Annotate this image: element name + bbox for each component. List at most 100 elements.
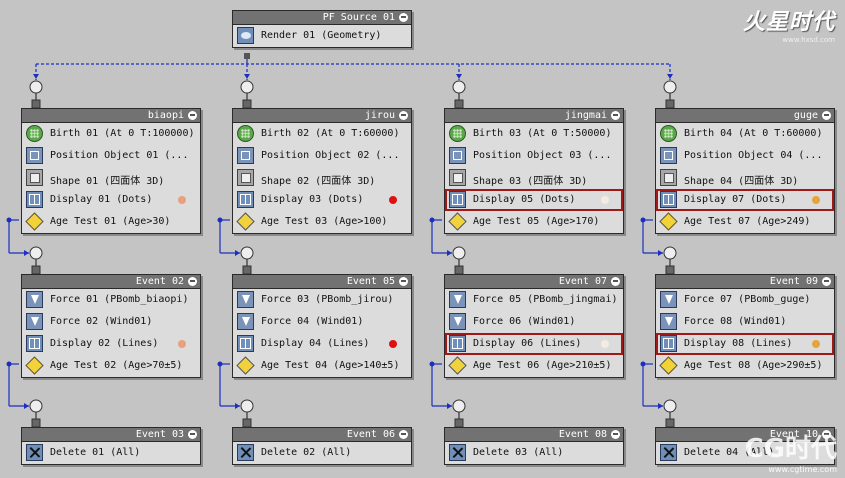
display-color-swatch[interactable] [178,340,186,348]
operator-row[interactable]: Age Test 01 (Age>30) [22,211,200,233]
display-icon [660,191,677,208]
position-object-icon [237,147,254,164]
event-node[interactable]: Event 02 Force 01 (PBomb_biaopi) Force 02 … [21,274,201,378]
event-title: Event 06 [346,429,395,440]
operator-row[interactable]: Display 06 (Lines) [445,333,623,355]
operator-row[interactable]: Display 08 (Lines) [656,333,834,355]
event-header[interactable]: Event 06 [233,428,411,442]
event-node[interactable]: jirou Birth 02 (At 0 T:60000) Position Obj… [232,108,412,234]
event-node[interactable]: Event 05 Force 03 (PBomb_jirou) Force 04 (… [232,274,412,378]
event-header[interactable]: Event 03 [22,428,200,442]
operator-row[interactable]: Delete 03 (All) [445,442,623,464]
operator-row[interactable]: Force 06 (Wind01) [445,311,623,333]
display-color-swatch[interactable] [812,340,820,348]
operator-row[interactable]: Shape 02 (四面体 3D) [233,167,411,189]
operator-label: Display 07 (Dots) [684,194,787,205]
operator-row[interactable]: Birth 01 (At 0 T:100000) [22,123,200,145]
event-header[interactable]: jirou [233,109,411,123]
operator-label: Shape 02 (四面体 3D) [261,176,376,187]
skull-icon [611,111,620,120]
event-header[interactable]: Event 02 [22,275,200,289]
event-header[interactable]: jingmai [445,109,623,123]
event-header[interactable]: guge [656,109,834,123]
operator-row[interactable]: Display 02 (Lines) [22,333,200,355]
operator-row[interactable]: Force 01 (PBomb_biaopi) [22,289,200,311]
force-icon [237,313,254,330]
birth-icon [237,125,254,142]
operator-row[interactable]: Position Object 04 (... [656,145,834,167]
operator-row[interactable]: Birth 02 (At 0 T:60000) [233,123,411,145]
operator-label: Age Test 05 (Age>170) [473,216,600,227]
operator-row[interactable]: Delete 01 (All) [22,442,200,464]
event-title: jingmai [564,110,607,121]
delete-icon [449,444,466,461]
event-node[interactable]: jingmai Birth 03 (At 0 T:50000) Position O… [444,108,624,234]
operator-label: Force 01 (PBomb_biaopi) [50,294,189,305]
operator-row[interactable]: Position Object 01 (... [22,145,200,167]
operator-row[interactable]: Position Object 03 (... [445,145,623,167]
source-header[interactable]: PF Source 01 [233,11,411,25]
event-node[interactable]: Event 07 Force 05 (PBomb_jingmai) Force 06… [444,274,624,378]
event-node[interactable]: Event 08 Delete 03 (All) [444,427,624,465]
input-port [242,265,252,275]
operator-row[interactable]: Force 04 (Wind01) [233,311,411,333]
operator-label: Display 01 (Dots) [50,194,153,205]
operator-label: Shape 03 (四面体 3D) [473,176,588,187]
operator-row[interactable]: Force 05 (PBomb_jingmai) [445,289,623,311]
event-node[interactable]: Event 09 Force 07 (PBomb_guge) Force 08 (W… [655,274,835,378]
source-node[interactable]: PF Source 01 Render 01 (Geometry) [232,10,412,48]
operator-label: Age Test 02 (Age>70±5) [50,360,183,371]
operator-row[interactable]: Age Test 04 (Age>140±5) [233,355,411,377]
operator-row[interactable]: Force 07 (PBomb_guge) [656,289,834,311]
birth-icon [26,125,43,142]
event-node[interactable]: biaopi Birth 01 (At 0 T:100000) Position O… [21,108,201,234]
operator-row[interactable]: Display 01 (Dots) [22,189,200,211]
event-header[interactable]: Event 09 [656,275,834,289]
display-color-swatch[interactable] [812,196,820,204]
operator-row[interactable]: Display 04 (Lines) [233,333,411,355]
operator-row[interactable]: Age Test 08 (Age>290±5) [656,355,834,377]
input-port [454,418,464,428]
operator-label: Display 02 (Lines) [50,338,159,349]
operator-row[interactable]: Display 07 (Dots) [656,189,834,211]
input-socket [663,246,677,260]
display-color-swatch[interactable] [389,196,397,204]
operator-row[interactable]: Birth 03 (At 0 T:50000) [445,123,623,145]
skull-icon [399,430,408,439]
operator-row[interactable]: Age Test 03 (Age>100) [233,211,411,233]
operator-row[interactable]: Force 02 (Wind01) [22,311,200,333]
operator-row[interactable]: Birth 04 (At 0 T:60000) [656,123,834,145]
render-operator[interactable]: Render 01 (Geometry) [233,25,411,47]
wire-arrow [447,403,452,409]
operator-row[interactable]: Shape 01 (四面体 3D) [22,167,200,189]
operator-row[interactable]: Force 03 (PBomb_jirou) [233,289,411,311]
operator-row[interactable]: Age Test 02 (Age>70±5) [22,355,200,377]
event-title: Event 02 [135,276,184,287]
event-node[interactable]: Event 03 Delete 01 (All) [21,427,201,465]
event-node[interactable]: guge Birth 04 (At 0 T:60000) Position Obje… [655,108,835,234]
particle-view-canvas[interactable]: PF Source 01 Render 01 (Geometry) biaopi… [0,0,845,478]
operator-row[interactable]: Delete 02 (All) [233,442,411,464]
operator-row[interactable]: Display 03 (Dots) [233,189,411,211]
operator-row[interactable]: Age Test 05 (Age>170) [445,211,623,233]
event-header[interactable]: Event 08 [445,428,623,442]
display-color-swatch[interactable] [601,196,609,204]
operator-row[interactable]: Shape 04 (四面体 3D) [656,167,834,189]
wire-arrow [667,74,673,79]
display-color-swatch[interactable] [389,340,397,348]
operator-row[interactable]: Shape 03 (四面体 3D) [445,167,623,189]
operator-label: Display 05 (Dots) [473,194,576,205]
event-header[interactable]: Event 05 [233,275,411,289]
display-color-swatch[interactable] [178,196,186,204]
operator-row[interactable]: Age Test 06 (Age>210±5) [445,355,623,377]
event-header[interactable]: Event 07 [445,275,623,289]
operator-label: Display 08 (Lines) [684,338,793,349]
operator-row[interactable]: Position Object 02 (... [233,145,411,167]
event-node[interactable]: Event 06 Delete 02 (All) [232,427,412,465]
operator-row[interactable]: Force 08 (Wind01) [656,311,834,333]
operator-row[interactable]: Display 05 (Dots) [445,189,623,211]
display-color-swatch[interactable] [601,340,609,348]
operator-row[interactable]: Age Test 07 (Age>249) [656,211,834,233]
age-test-icon [449,357,466,374]
event-header[interactable]: biaopi [22,109,200,123]
